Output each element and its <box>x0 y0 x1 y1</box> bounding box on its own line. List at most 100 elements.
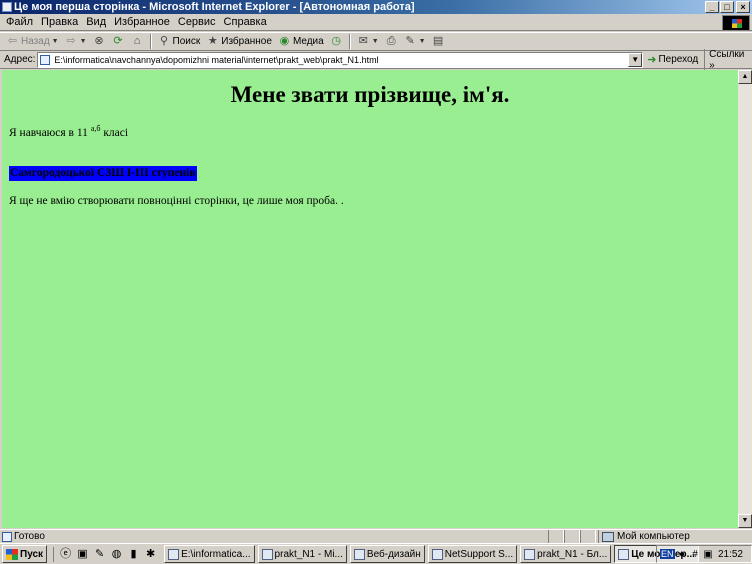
title-bar[interactable]: Це моя перша сторінка - Microsoft Intern… <box>0 0 752 14</box>
word-icon <box>261 548 273 560</box>
maximize-button[interactable]: □ <box>720 1 734 13</box>
paint-icon[interactable]: ✱ <box>143 547 158 562</box>
taskbar-button-word[interactable]: prakt_N1 - Mi... <box>257 545 347 563</box>
forward-button[interactable]: ⇨ ▼ <box>63 33 89 50</box>
menu-favorites[interactable]: Избранное <box>112 16 176 28</box>
back-arrow-icon: ⇦ <box>7 35 18 47</box>
menu-tools[interactable]: Сервис <box>176 16 222 28</box>
note-text: Я ще не вмію створювати повноцінні сторі… <box>9 195 344 207</box>
menu-view[interactable]: Вид <box>84 16 112 28</box>
toolbar: ⇦ Назад ▼ ⇨ ▼ ⊗ ⟳ ⌂ ⚲ Поиск ★ Избранное … <box>0 32 752 51</box>
status-panel <box>564 530 580 543</box>
print-button[interactable]: ⎙ <box>383 33 400 50</box>
scroll-down-icon[interactable]: ▼ <box>738 514 752 528</box>
quick-launch: ⓔ ▣ ✎ ◍ ▮ ✱ <box>53 546 158 562</box>
menu-bar: Файл Правка Вид Избранное Сервис Справка <box>0 14 752 31</box>
chevron-double-right-icon: » <box>709 59 715 71</box>
links-label: Ссылки <box>709 48 745 60</box>
history-button[interactable]: ◷ <box>328 33 345 50</box>
media-button[interactable]: ◉ Медиа <box>276 33 326 50</box>
print-icon: ⎙ <box>386 35 396 47</box>
search-icon: ⚲ <box>160 35 169 47</box>
stop-icon: ⊗ <box>94 35 104 47</box>
class-line: Я навчаюся в 11 а,б класі <box>9 124 128 139</box>
mail-button[interactable]: ✉ ▼ <box>355 33 381 50</box>
task-label: prakt_N1 - Mi... <box>274 548 343 560</box>
page-heading: Мене звати прізвище, ім'я. <box>230 82 510 107</box>
go-label: Переход <box>658 54 699 65</box>
menu-edit[interactable]: Правка <box>39 16 84 28</box>
media-player-icon[interactable]: ▮ <box>126 547 141 562</box>
notepad-icon[interactable]: ✎ <box>92 547 107 562</box>
page-icon <box>2 531 12 542</box>
window-controls: _ □ × <box>704 1 750 13</box>
menu-file[interactable]: Файл <box>4 16 39 28</box>
clock[interactable]: 21:52 <box>718 549 751 560</box>
taskbar-button-explorer[interactable]: E:\informatica... <box>164 545 255 563</box>
chevron-down-icon[interactable]: ▼ <box>372 38 379 45</box>
chevron-down-icon[interactable]: ▼ <box>80 38 87 45</box>
class-letters: а,б <box>90 124 101 133</box>
task-label: prakt_N1 - Бл... <box>537 548 608 560</box>
page-icon <box>40 54 51 65</box>
chevron-down-icon[interactable]: ▼ <box>628 52 643 67</box>
edit-icon: ✎ <box>405 35 415 47</box>
taskbar-button-web-design[interactable]: Веб-дизайн <box>349 545 425 563</box>
desktop-icon[interactable]: ▣ <box>75 547 90 562</box>
links-button[interactable]: Ссылки » <box>704 48 752 71</box>
page-viewport[interactable]: Мене звати прізвище, ім'я. Я навчаюся в … <box>2 70 738 528</box>
go-arrow-icon: ➜ <box>647 54 657 66</box>
close-button[interactable]: × <box>736 1 750 13</box>
forward-arrow-icon: ⇨ <box>66 35 76 47</box>
status-panel <box>580 530 596 543</box>
notepad-icon <box>524 548 536 560</box>
address-url: E:\informatica\navchannya\dopomizhni mat… <box>54 54 379 65</box>
windows-logo-icon <box>6 548 18 560</box>
home-button[interactable]: ⌂ <box>129 33 146 50</box>
favorites-button[interactable]: ★ Избранное <box>204 33 274 50</box>
mail-icon: ✉ <box>358 35 368 47</box>
start-button[interactable]: Пуск <box>2 545 48 563</box>
shield-icon[interactable]: ● <box>677 549 688 560</box>
scroll-up-icon[interactable]: ▲ <box>738 70 752 84</box>
address-input[interactable]: E:\informatica\navchannya\dopomizhni mat… <box>37 51 644 68</box>
home-icon: ⌂ <box>133 35 141 47</box>
system-tray: EN ● # ▣ 21:52 <box>656 545 752 563</box>
menu-help[interactable]: Справка <box>222 16 273 28</box>
favorites-icon: ★ <box>207 35 218 47</box>
class-text: Я навчаюся в 11 <box>9 127 88 139</box>
chevron-down-icon[interactable]: ▼ <box>52 38 59 45</box>
firefox-icon[interactable]: ◍ <box>109 547 124 562</box>
discuss-icon: ▤ <box>432 35 444 47</box>
taskbar-button-netsupport[interactable]: NetSupport S... <box>427 545 518 563</box>
folder-icon <box>353 548 365 560</box>
refresh-button[interactable]: ⟳ <box>110 33 127 50</box>
ie-icon <box>2 2 12 12</box>
back-button[interactable]: ⇦ Назад ▼ <box>4 33 61 50</box>
edit-button[interactable]: ✎ ▼ <box>402 33 428 50</box>
task-label: Веб-дизайн <box>366 548 421 560</box>
chevron-down-icon[interactable]: ▼ <box>419 38 426 45</box>
computer-icon <box>602 531 614 542</box>
stop-button[interactable]: ⊗ <box>91 33 108 50</box>
monitor-icon[interactable]: ▣ <box>703 549 714 560</box>
status-bar: Готово Мой компьютер <box>0 529 752 543</box>
separator <box>348 34 351 49</box>
taskbar: Пуск ⓔ ▣ ✎ ◍ ▮ ✱ E:\informatica... prakt… <box>0 543 752 564</box>
task-label: NetSupport S... <box>444 548 514 560</box>
security-zone: Мой компьютер <box>598 530 752 543</box>
search-button[interactable]: ⚲ Поиск <box>156 33 203 50</box>
start-label: Пуск <box>20 548 44 560</box>
go-button[interactable]: ➜ Переход <box>647 53 698 66</box>
language-indicator[interactable]: EN <box>660 549 675 559</box>
ie-icon[interactable]: ⓔ <box>58 547 73 562</box>
address-label: Адрес: <box>4 54 36 65</box>
taskbar-button-notepad[interactable]: prakt_N1 - Бл... <box>520 545 612 563</box>
vertical-scrollbar[interactable]: ▲ ▼ <box>738 70 752 528</box>
minimize-button[interactable]: _ <box>705 1 719 13</box>
status-panels <box>548 530 596 543</box>
network-icon[interactable]: # <box>690 549 701 560</box>
discuss-button[interactable]: ▤ <box>430 33 447 50</box>
separator <box>149 34 152 49</box>
folder-icon <box>168 548 180 560</box>
